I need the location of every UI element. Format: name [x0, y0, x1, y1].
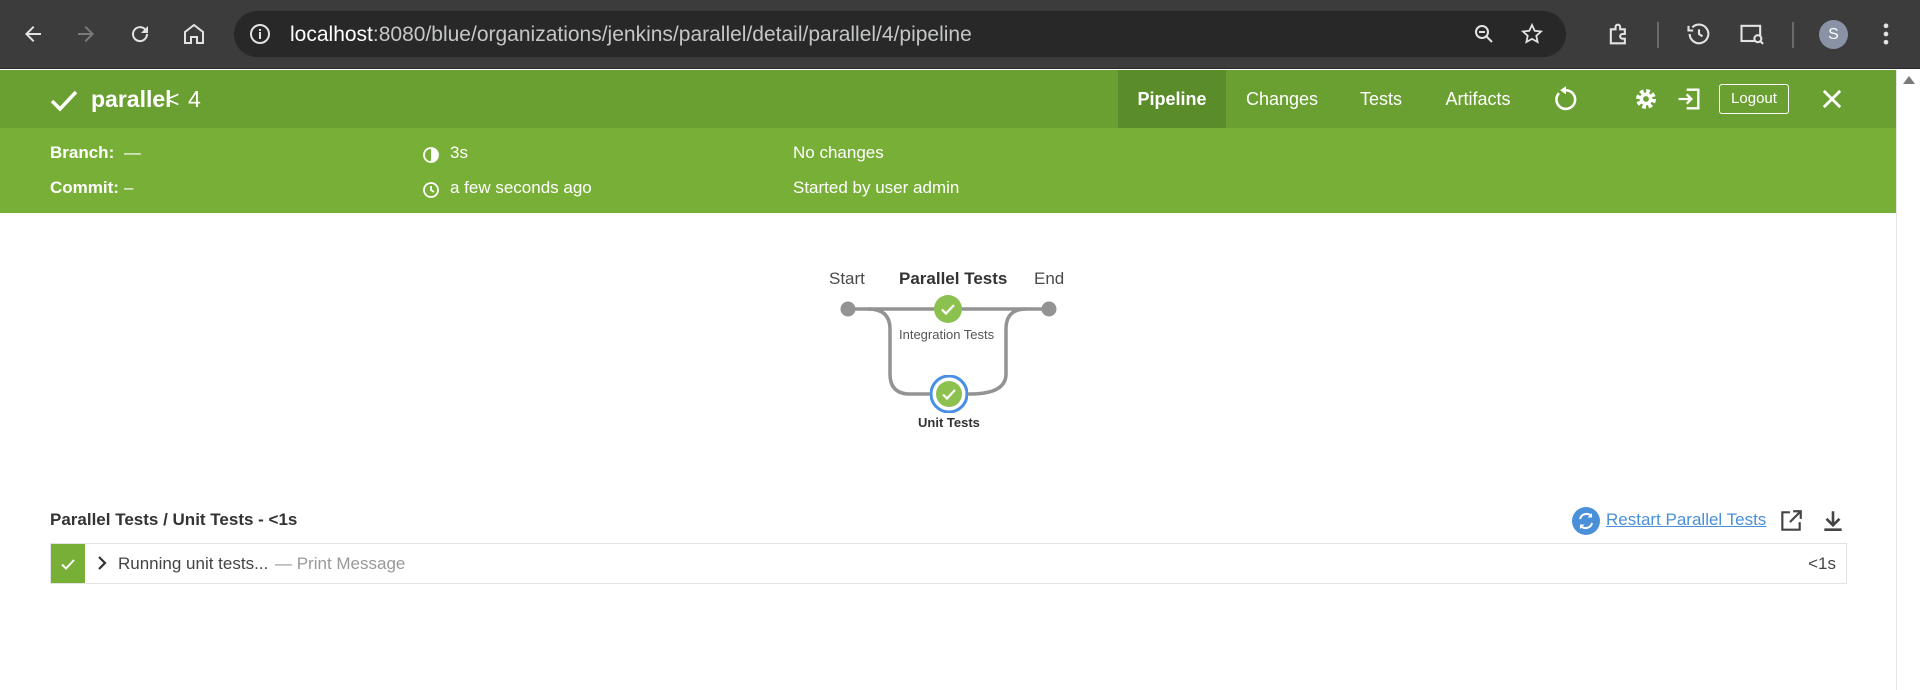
open-external-icon[interactable] — [1778, 508, 1804, 534]
chevron-right-icon[interactable] — [95, 554, 109, 572]
logout-button[interactable]: Logout — [1719, 84, 1789, 114]
commit-value: – — [124, 178, 134, 197]
duration-icon — [423, 147, 439, 163]
commit-label: Commit: — [50, 178, 119, 197]
url-text[interactable]: localhost:8080/blue/organizations/jenkin… — [290, 23, 972, 47]
restart-icon[interactable] — [1572, 507, 1600, 535]
pipeline-name[interactable]: parallel — [91, 86, 172, 113]
tab-artifacts[interactable]: Artifacts — [1424, 70, 1532, 128]
forward-icon[interactable] — [69, 17, 103, 51]
extensions-icon[interactable] — [1605, 20, 1633, 48]
history-icon[interactable] — [1685, 20, 1713, 48]
toolbar-divider — [1792, 22, 1794, 48]
branch-value: — — [124, 143, 141, 162]
browser-toolbar: localhost:8080/blue/organizations/jenkin… — [0, 0, 1920, 69]
menu-icon[interactable] — [1872, 20, 1900, 48]
info-icon[interactable] — [248, 22, 272, 46]
replay-icon[interactable] — [1552, 85, 1580, 113]
close-icon[interactable] — [1818, 85, 1846, 113]
graph-end-node — [1041, 301, 1057, 317]
restart-stage-link[interactable]: Restart Parallel Tests — [1606, 510, 1766, 530]
gear-icon[interactable] — [1632, 85, 1660, 113]
run-duration: 3s — [450, 143, 468, 162]
star-icon[interactable] — [1520, 22, 1544, 46]
reload-icon[interactable] — [123, 17, 157, 51]
pipeline-graph: Start Parallel Tests End Integration Tes… — [800, 250, 1100, 450]
breadcrumb-separator: < — [166, 86, 180, 112]
tab-changes[interactable]: Changes — [1226, 70, 1338, 128]
started-by: Started by user admin — [793, 178, 960, 197]
run-time-ago: a few seconds ago — [450, 178, 592, 197]
branch-label: Branch: — [50, 143, 115, 162]
run-title-bar: parallel < 4 Pipeline Changes Tests Arti… — [0, 70, 1896, 128]
step-status — [51, 544, 85, 583]
graph-node-integration-tests[interactable] — [934, 295, 962, 323]
exit-icon[interactable] — [1675, 85, 1703, 113]
zoom-icon[interactable] — [1472, 22, 1496, 46]
graph-node-unit-tests[interactable] — [930, 375, 968, 413]
download-icon[interactable] — [1820, 508, 1846, 534]
graph-branch-2-label[interactable]: Unit Tests — [918, 415, 980, 430]
run-number: 4 — [188, 86, 201, 112]
step-description: — Print Message — [275, 554, 406, 573]
search-tabs-icon[interactable] — [1738, 20, 1766, 48]
changes-summary: No changes — [793, 143, 884, 162]
step-name: Running unit tests... — [118, 554, 269, 573]
graph-branch-1-label[interactable]: Integration Tests — [899, 327, 994, 342]
run-header: parallel < 4 Pipeline Changes Tests Arti… — [0, 70, 1896, 213]
address-bar[interactable]: localhost:8080/blue/organizations/jenkin… — [234, 11, 1566, 57]
step-duration: <1s — [1808, 554, 1836, 573]
home-icon[interactable] — [177, 17, 211, 51]
tab-pipeline[interactable]: Pipeline — [1118, 70, 1226, 128]
check-icon — [61, 559, 75, 570]
profile-avatar[interactable]: S — [1819, 20, 1848, 49]
tab-tests[interactable]: Tests — [1338, 70, 1424, 128]
graph-start-node — [840, 301, 856, 317]
toolbar-divider — [1657, 22, 1659, 48]
check-icon — [50, 90, 78, 112]
step-log-title: Parallel Tests / Unit Tests - <1s — [50, 510, 298, 529]
back-icon[interactable] — [16, 17, 50, 51]
page-scrollbar[interactable] — [1896, 70, 1920, 690]
clock-icon — [423, 182, 439, 198]
step-log-row[interactable]: Running unit tests... — Print Message <1… — [50, 543, 1847, 584]
scroll-up-arrow[interactable] — [1903, 76, 1915, 84]
